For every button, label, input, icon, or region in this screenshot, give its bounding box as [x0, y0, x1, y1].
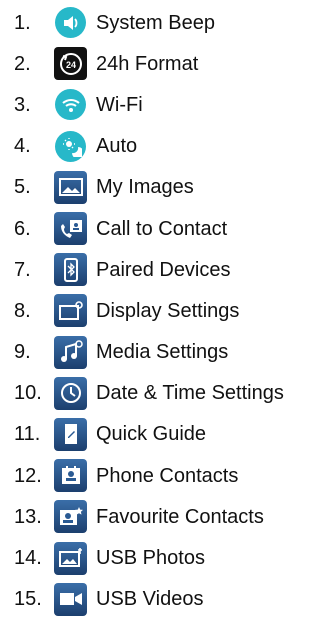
- item-number: 3.: [14, 93, 31, 116]
- usb-videos-icon: [54, 582, 87, 616]
- list-item: 12. Phone Contacts: [0, 455, 306, 496]
- item-number: 13.: [14, 505, 42, 528]
- item-number: 6.: [14, 217, 31, 240]
- list-item: 3. Wi-Fi: [0, 84, 306, 125]
- item-label: Date & Time Settings: [96, 382, 284, 405]
- item-label: Wi-Fi: [96, 93, 143, 116]
- item-number: 2.: [14, 52, 31, 75]
- list-item: 11. Quick Guide: [0, 414, 306, 455]
- display-settings-icon: [54, 294, 87, 328]
- item-label: Display Settings: [96, 299, 240, 322]
- clock-24h-icon: 24: [54, 47, 87, 81]
- list-item: 2. 24 24h Format: [0, 43, 306, 84]
- bluetooth-phone-icon: [54, 253, 87, 287]
- item-number: 9.: [14, 341, 31, 364]
- media-settings-icon: [54, 335, 87, 369]
- list-item: 14. USB Photos: [0, 537, 306, 578]
- auto-brightness-icon: [54, 130, 87, 163]
- clock-icon: [54, 376, 87, 410]
- svg-text:24: 24: [65, 60, 75, 70]
- item-label: Paired Devices: [96, 258, 231, 281]
- favourite-contacts-icon: [54, 500, 87, 534]
- item-number: 15.: [14, 588, 42, 611]
- feature-list: 1. System Beep 2. 24 24h Format 3. Wi-Fi…: [0, 2, 306, 620]
- list-item: 5. My Images: [0, 167, 306, 208]
- item-label: Call to Contact: [96, 217, 228, 240]
- list-item: 10. Date & Time Settings: [0, 373, 306, 414]
- list-item: 13. Favourite Contacts: [0, 496, 306, 537]
- list-item: 6. Call to Contact: [0, 208, 306, 249]
- item-label: Phone Contacts: [96, 464, 239, 487]
- item-number: 14.: [14, 547, 42, 570]
- call-contact-icon: [54, 212, 87, 246]
- usb-photos-icon: [54, 541, 87, 575]
- item-number: 8.: [14, 299, 31, 322]
- item-label: Quick Guide: [96, 423, 207, 446]
- item-label: Favourite Contacts: [96, 505, 264, 528]
- item-label: My Images: [96, 176, 194, 199]
- item-label: USB Videos: [96, 588, 204, 611]
- list-item: 15. USB Videos: [0, 579, 306, 620]
- speaker-icon: [54, 6, 87, 39]
- item-label: USB Photos: [96, 547, 205, 570]
- item-number: 1.: [14, 11, 31, 34]
- contacts-icon: [54, 459, 87, 493]
- item-label: 24h Format: [96, 52, 199, 75]
- guide-icon: [54, 417, 87, 451]
- item-number: 4.: [14, 135, 31, 158]
- item-label: Media Settings: [96, 341, 229, 364]
- wifi-icon: [54, 88, 87, 121]
- item-number: 10.: [14, 382, 42, 405]
- list-item: 1. System Beep: [0, 2, 306, 43]
- item-label: Auto: [96, 135, 138, 158]
- images-icon: [54, 170, 87, 204]
- list-item: 4. Auto: [0, 126, 306, 167]
- item-number: 5.: [14, 176, 31, 199]
- item-number: 7.: [14, 258, 31, 281]
- list-item: 8. Display Settings: [0, 290, 306, 331]
- item-number: 12.: [14, 464, 42, 487]
- item-label: System Beep: [96, 11, 215, 34]
- list-item: 7. Paired Devices: [0, 249, 306, 290]
- item-number: 11.: [14, 423, 41, 446]
- list-item: 9. Media Settings: [0, 332, 306, 373]
